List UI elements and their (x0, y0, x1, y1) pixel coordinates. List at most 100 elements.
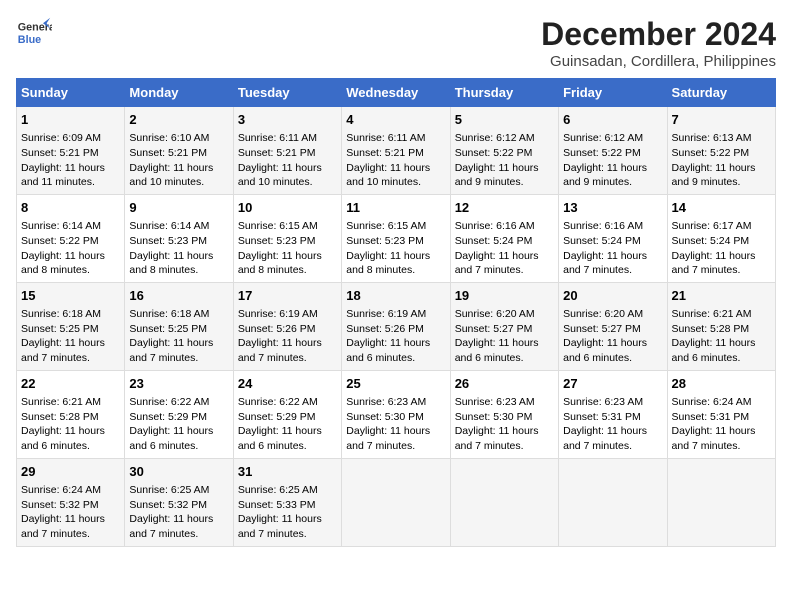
calendar-cell: 25 Sunrise: 6:23 AM Sunset: 5:30 PM Dayli… (342, 370, 450, 458)
day-info: Sunrise: 6:14 AM Sunset: 5:23 PM Dayligh… (129, 220, 213, 276)
day-number: 12 (455, 199, 554, 217)
day-info: Sunrise: 6:15 AM Sunset: 5:23 PM Dayligh… (238, 220, 322, 276)
day-info: Sunrise: 6:12 AM Sunset: 5:22 PM Dayligh… (455, 132, 539, 188)
calendar-cell: 27 Sunrise: 6:23 AM Sunset: 5:31 PM Dayli… (559, 370, 667, 458)
day-info: Sunrise: 6:12 AM Sunset: 5:22 PM Dayligh… (563, 132, 647, 188)
day-info: Sunrise: 6:22 AM Sunset: 5:29 PM Dayligh… (238, 396, 322, 452)
day-number: 17 (238, 287, 337, 305)
day-number: 19 (455, 287, 554, 305)
day-info: Sunrise: 6:20 AM Sunset: 5:27 PM Dayligh… (563, 308, 647, 364)
day-number: 22 (21, 375, 120, 393)
calendar-cell: 14 Sunrise: 6:17 AM Sunset: 5:24 PM Dayli… (667, 194, 775, 282)
day-info: Sunrise: 6:23 AM Sunset: 5:31 PM Dayligh… (563, 396, 647, 452)
day-number: 5 (455, 111, 554, 129)
calendar-week-3: 15 Sunrise: 6:18 AM Sunset: 5:25 PM Dayli… (17, 282, 776, 370)
calendar-week-5: 29 Sunrise: 6:24 AM Sunset: 5:32 PM Dayli… (17, 458, 776, 546)
calendar-week-4: 22 Sunrise: 6:21 AM Sunset: 5:28 PM Dayli… (17, 370, 776, 458)
calendar-cell: 12 Sunrise: 6:16 AM Sunset: 5:24 PM Dayli… (450, 194, 558, 282)
day-info: Sunrise: 6:09 AM Sunset: 5:21 PM Dayligh… (21, 132, 105, 188)
calendar-subtitle: Guinsadan, Cordillera, Philippines (541, 53, 776, 70)
day-info: Sunrise: 6:13 AM Sunset: 5:22 PM Dayligh… (672, 132, 756, 188)
calendar-cell: 30Sunrise: 6:25 AM Sunset: 5:32 PM Dayli… (125, 458, 233, 546)
calendar-cell: 28Sunrise: 6:24 AM Sunset: 5:31 PM Dayli… (667, 370, 775, 458)
day-info: Sunrise: 6:19 AM Sunset: 5:26 PM Dayligh… (346, 308, 430, 364)
calendar-cell: 18Sunrise: 6:19 AM Sunset: 5:26 PM Dayli… (342, 282, 450, 370)
day-number: 8 (21, 199, 120, 217)
day-number: 1 (21, 111, 120, 129)
calendar-cell: 24 Sunrise: 6:22 AM Sunset: 5:29 PM Dayli… (233, 370, 341, 458)
calendar-cell: 8Sunrise: 6:14 AM Sunset: 5:22 PM Daylig… (17, 194, 125, 282)
calendar-cell: 17Sunrise: 6:19 AM Sunset: 5:26 PM Dayli… (233, 282, 341, 370)
day-info: Sunrise: 6:21 AM Sunset: 5:28 PM Dayligh… (672, 308, 756, 364)
calendar-cell (559, 458, 667, 546)
calendar-cell: 19 Sunrise: 6:20 AM Sunset: 5:27 PM Dayli… (450, 282, 558, 370)
calendar-cell: 10 Sunrise: 6:15 AM Sunset: 5:23 PM Dayli… (233, 194, 341, 282)
day-info: Sunrise: 6:10 AM Sunset: 5:21 PM Dayligh… (129, 132, 213, 188)
title-area: December 2024 Guinsadan, Cordillera, Phi… (541, 16, 776, 70)
day-number: 15 (21, 287, 120, 305)
calendar-cell: 22 Sunrise: 6:21 AM Sunset: 5:28 PM Dayli… (17, 370, 125, 458)
day-info: Sunrise: 6:25 AM Sunset: 5:32 PM Dayligh… (129, 484, 213, 540)
calendar-cell: 23 Sunrise: 6:22 AM Sunset: 5:29 PM Dayli… (125, 370, 233, 458)
day-number: 24 (238, 375, 337, 393)
day-info: Sunrise: 6:22 AM Sunset: 5:29 PM Dayligh… (129, 396, 213, 452)
calendar-cell: 7 Sunrise: 6:13 AM Sunset: 5:22 PM Daylig… (667, 107, 775, 195)
logo: General Blue (16, 16, 52, 52)
calendar-cell: 3 Sunrise: 6:11 AM Sunset: 5:21 PM Daylig… (233, 107, 341, 195)
calendar-cell: 2 Sunrise: 6:10 AM Sunset: 5:21 PM Daylig… (125, 107, 233, 195)
calendar-table: SundayMondayTuesdayWednesdayThursdayFrid… (16, 78, 776, 547)
day-info: Sunrise: 6:18 AM Sunset: 5:25 PM Dayligh… (21, 308, 105, 364)
calendar-cell (450, 458, 558, 546)
calendar-week-2: 8Sunrise: 6:14 AM Sunset: 5:22 PM Daylig… (17, 194, 776, 282)
day-number: 10 (238, 199, 337, 217)
day-number: 23 (129, 375, 228, 393)
calendar-cell: 20 Sunrise: 6:20 AM Sunset: 5:27 PM Dayli… (559, 282, 667, 370)
day-info: Sunrise: 6:20 AM Sunset: 5:27 PM Dayligh… (455, 308, 539, 364)
day-number: 7 (672, 111, 771, 129)
day-info: Sunrise: 6:21 AM Sunset: 5:28 PM Dayligh… (21, 396, 105, 452)
day-number: 14 (672, 199, 771, 217)
day-info: Sunrise: 6:11 AM Sunset: 5:21 PM Dayligh… (238, 132, 322, 188)
day-number: 16 (129, 287, 228, 305)
day-number: 21 (672, 287, 771, 305)
day-info: Sunrise: 6:23 AM Sunset: 5:30 PM Dayligh… (455, 396, 539, 452)
calendar-cell: 21 Sunrise: 6:21 AM Sunset: 5:28 PM Dayli… (667, 282, 775, 370)
day-info: Sunrise: 6:23 AM Sunset: 5:30 PM Dayligh… (346, 396, 430, 452)
calendar-week-1: 1 Sunrise: 6:09 AM Sunset: 5:21 PM Daylig… (17, 107, 776, 195)
day-info: Sunrise: 6:18 AM Sunset: 5:25 PM Dayligh… (129, 308, 213, 364)
day-number: 20 (563, 287, 662, 305)
day-number: 27 (563, 375, 662, 393)
day-number: 4 (346, 111, 445, 129)
calendar-cell: 11 Sunrise: 6:15 AM Sunset: 5:23 PM Dayli… (342, 194, 450, 282)
day-info: Sunrise: 6:16 AM Sunset: 5:24 PM Dayligh… (455, 220, 539, 276)
header-saturday: Saturday (667, 79, 775, 107)
day-info: Sunrise: 6:24 AM Sunset: 5:31 PM Dayligh… (672, 396, 756, 452)
header-thursday: Thursday (450, 79, 558, 107)
day-info: Sunrise: 6:17 AM Sunset: 5:24 PM Dayligh… (672, 220, 756, 276)
calendar-cell: 29 Sunrise: 6:24 AM Sunset: 5:32 PM Dayli… (17, 458, 125, 546)
day-number: 26 (455, 375, 554, 393)
header-wednesday: Wednesday (342, 79, 450, 107)
header-monday: Monday (125, 79, 233, 107)
calendar-cell: 5 Sunrise: 6:12 AM Sunset: 5:22 PM Daylig… (450, 107, 558, 195)
calendar-cell: 9Sunrise: 6:14 AM Sunset: 5:23 PM Daylig… (125, 194, 233, 282)
day-number: 2 (129, 111, 228, 129)
day-number: 3 (238, 111, 337, 129)
day-number: 31 (238, 463, 337, 481)
day-info: Sunrise: 6:15 AM Sunset: 5:23 PM Dayligh… (346, 220, 430, 276)
calendar-cell: 4Sunrise: 6:11 AM Sunset: 5:21 PM Daylig… (342, 107, 450, 195)
calendar-cell: 16 Sunrise: 6:18 AM Sunset: 5:25 PM Dayli… (125, 282, 233, 370)
header-tuesday: Tuesday (233, 79, 341, 107)
day-number: 25 (346, 375, 445, 393)
day-number: 6 (563, 111, 662, 129)
calendar-cell: 1 Sunrise: 6:09 AM Sunset: 5:21 PM Daylig… (17, 107, 125, 195)
day-number: 29 (21, 463, 120, 481)
calendar-cell: 6 Sunrise: 6:12 AM Sunset: 5:22 PM Daylig… (559, 107, 667, 195)
calendar-cell: 13Sunrise: 6:16 AM Sunset: 5:24 PM Dayli… (559, 194, 667, 282)
day-info: Sunrise: 6:16 AM Sunset: 5:24 PM Dayligh… (563, 220, 647, 276)
calendar-header-row: SundayMondayTuesdayWednesdayThursdayFrid… (17, 79, 776, 107)
header-friday: Friday (559, 79, 667, 107)
day-info: Sunrise: 6:24 AM Sunset: 5:32 PM Dayligh… (21, 484, 105, 540)
calendar-cell: 26 Sunrise: 6:23 AM Sunset: 5:30 PM Dayli… (450, 370, 558, 458)
day-number: 11 (346, 199, 445, 217)
